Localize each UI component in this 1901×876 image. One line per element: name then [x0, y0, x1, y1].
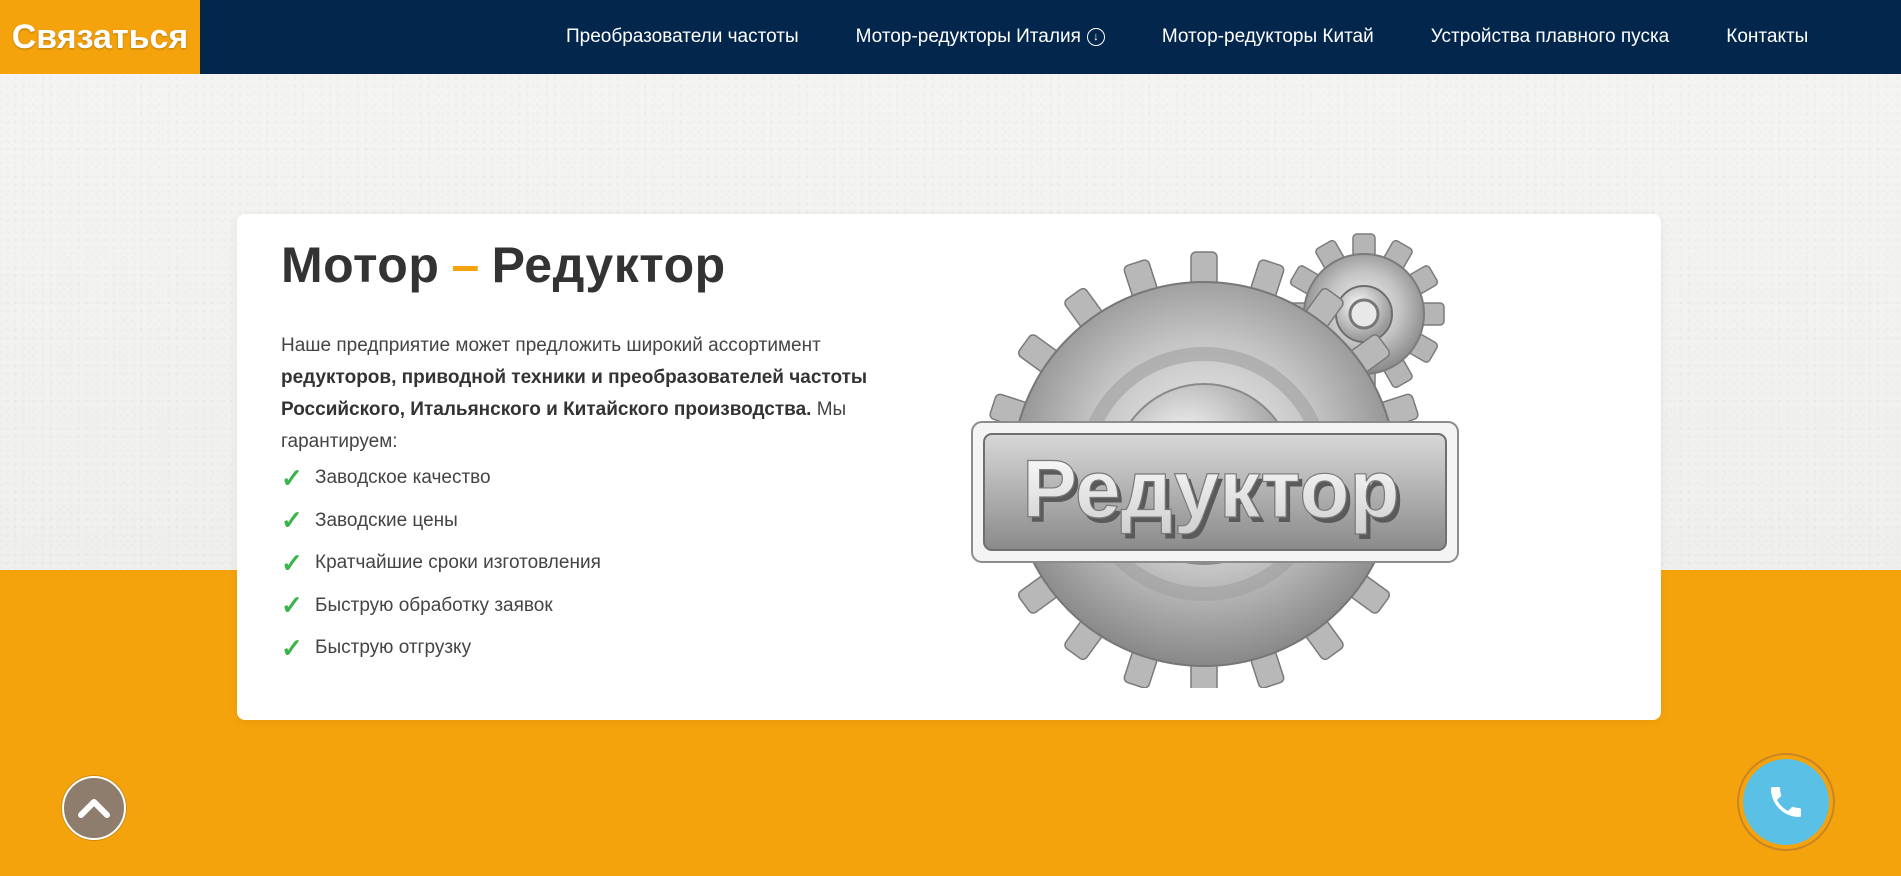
hero-card: Мотор – Редуктор Наше предприятие может пр… [237, 214, 1661, 720]
list-item-label: Кратчайшие сроки изготовления [315, 552, 601, 574]
list-item: ✓ Заводские цены [281, 500, 601, 543]
intro-plain-1: Наше предприятие может предложить широки… [281, 335, 821, 356]
navbar: Связаться Преобразователи частоты Мотор-… [0, 0, 1901, 74]
list-item: ✓ Кратчайшие сроки изготовления [281, 542, 601, 585]
call-button[interactable] [1743, 759, 1829, 845]
nav-menu: Преобразователи частоты Мотор-редукторы … [566, 0, 1808, 74]
check-icon: ✓ [281, 462, 303, 493]
sign-plate: Редуктор Редуктор [971, 421, 1459, 563]
nav-item-motor-reducers-italy[interactable]: Мотор-редукторы Италия ↓ [856, 26, 1105, 48]
title-dash: – [451, 237, 480, 293]
check-icon: ✓ [281, 632, 303, 663]
nav-item-soft-starters[interactable]: Устройства плавного пуска [1431, 26, 1670, 48]
nav-item-label: Преобразователи частоты [566, 26, 799, 47]
phone-icon [1771, 787, 1801, 817]
sign-text: Редуктор [1022, 444, 1399, 535]
title-part2: Редуктор [491, 237, 726, 293]
nav-item-contacts[interactable]: Контакты [1726, 26, 1808, 48]
nav-item-label: Контакты [1726, 26, 1809, 47]
title-part1: Мотор [281, 237, 440, 293]
reducer-gear-image: Редуктор Редуктор [971, 233, 1459, 688]
nav-item-label: Мотор-редукторы Италия [855, 26, 1081, 47]
intro-bold: редукторов, приводной техники и преобраз… [281, 367, 868, 420]
scroll-to-top-button[interactable] [62, 776, 126, 840]
list-item-label: Заводское качество [315, 467, 491, 489]
nav-item-label: Устройства плавного пуска [1430, 26, 1670, 47]
check-icon: ✓ [281, 505, 303, 536]
intro-text: Наше предприятие может предложить широки… [281, 330, 921, 458]
chevron-down-circle-icon: ↓ [1086, 28, 1105, 46]
list-item: ✓ Заводское качество [281, 457, 601, 500]
list-item: ✓ Быструю обработку заявок [281, 585, 601, 628]
check-icon: ✓ [281, 547, 303, 578]
chevron-up-icon [78, 799, 110, 818]
contact-button[interactable]: Связаться [0, 0, 200, 74]
page-title: Мотор – Редуктор [281, 236, 726, 294]
check-icon: ✓ [281, 590, 303, 621]
nav-item-frequency-converters[interactable]: Преобразователи частоты [566, 26, 799, 48]
guarantee-list: ✓ Заводское качество ✓ Заводские цены ✓ … [281, 457, 601, 670]
list-item-label: Заводские цены [315, 509, 458, 531]
list-item-label: Быструю обработку заявок [315, 594, 553, 616]
list-item: ✓ Быструю отгрузку [281, 627, 601, 670]
nav-item-motor-reducers-china[interactable]: Мотор-редукторы Китай [1162, 26, 1374, 48]
nav-item-label: Мотор-редукторы Китай [1161, 26, 1374, 47]
list-item-label: Быструю отгрузку [315, 637, 472, 659]
